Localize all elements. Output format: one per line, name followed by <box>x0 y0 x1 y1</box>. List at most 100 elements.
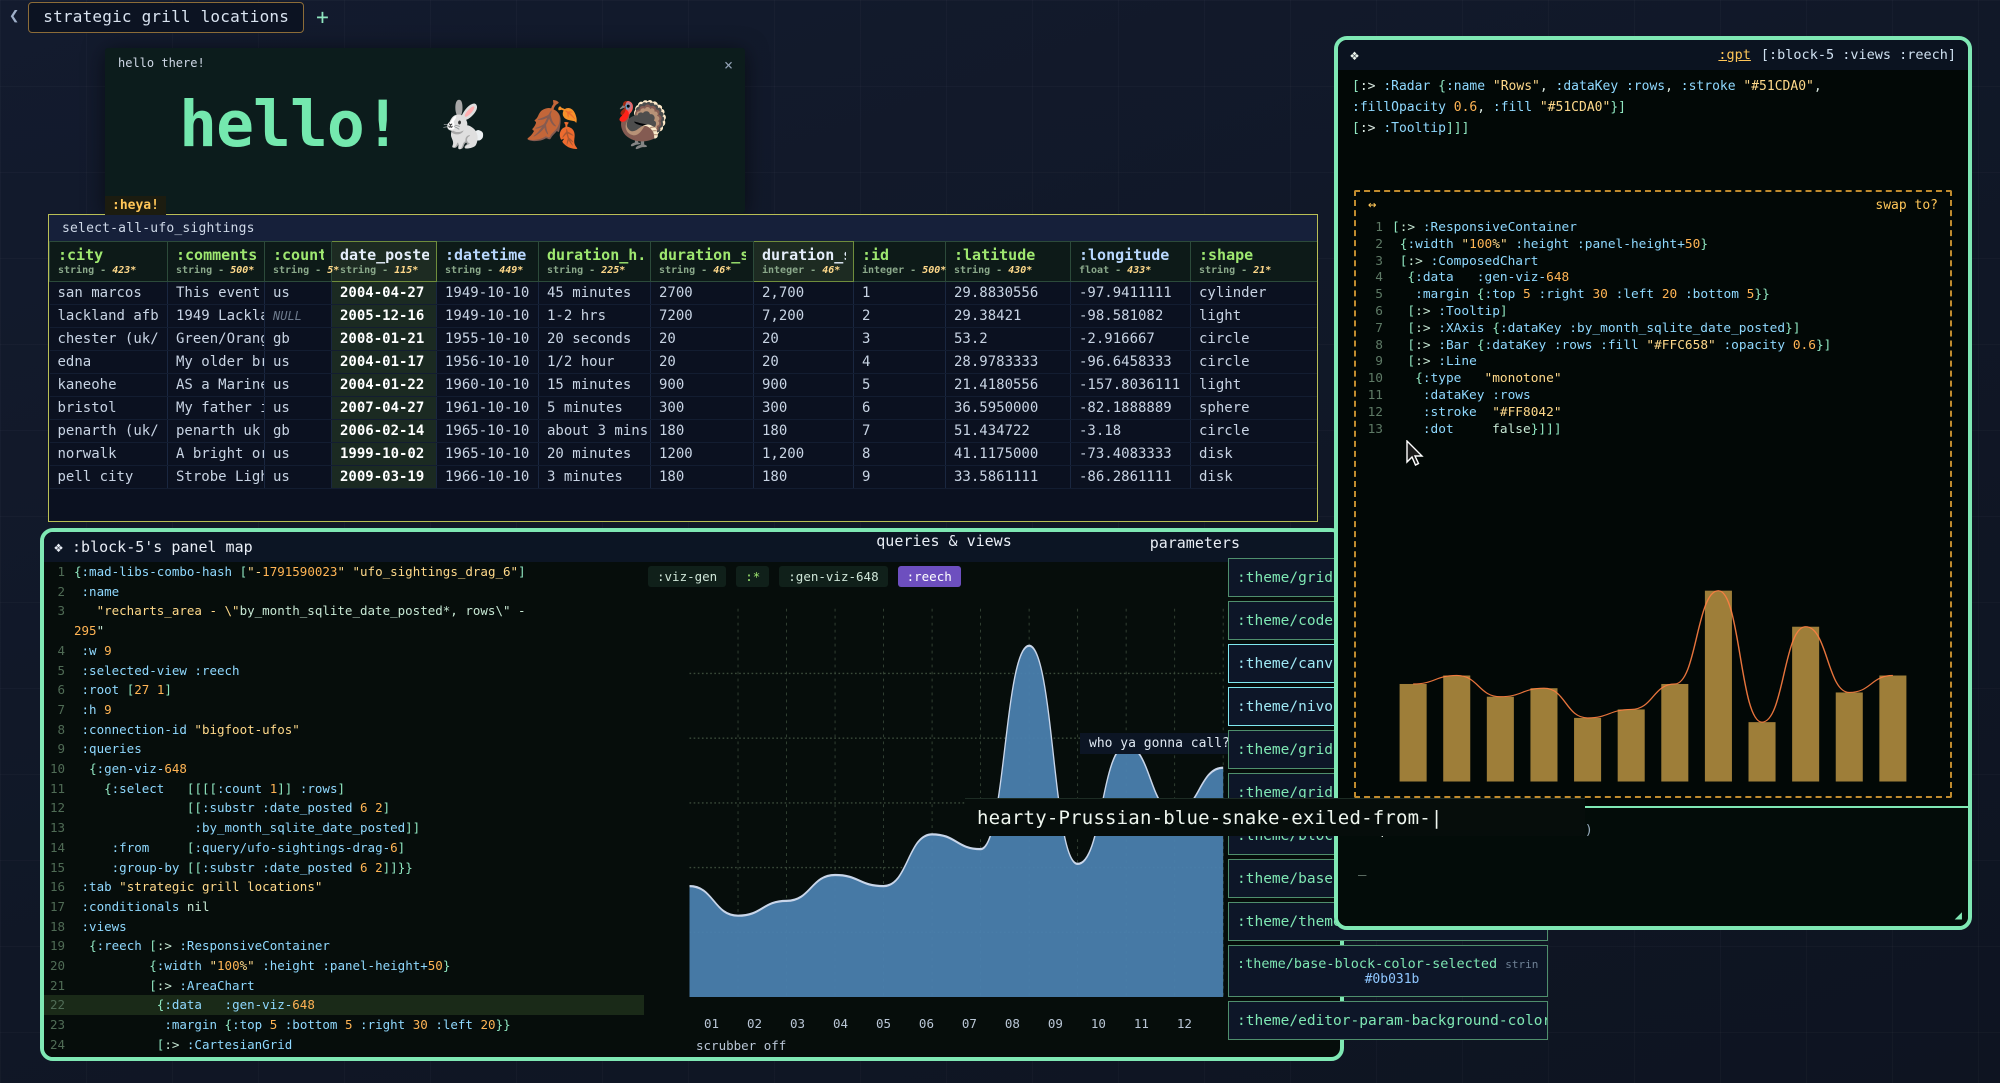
swap-arrows-icon[interactable]: ↔ <box>1368 197 1376 213</box>
table-row[interactable]: bristolMy father isus2007-04-271961-10-1… <box>50 397 1318 420</box>
gpt-code-line[interactable]: 8 [:> :Bar {:dataKey :rows :fill "#FFC65… <box>1366 338 1950 355</box>
gpt-code-line[interactable]: 4 {:data :gen-viz-648 <box>1366 270 1950 287</box>
code-line[interactable]: 6 :root [27 1] <box>44 680 644 700</box>
table-cell: 1960-10-10 2 <box>437 374 539 397</box>
parameter-row[interactable]: :theme/editor-param-background-color <box>1228 1001 1548 1040</box>
hello-card: hello there! × hello! 🐇 🍂 🦃 <box>105 48 745 213</box>
code-text: :from [:query/ufo-sightings-drag-6] <box>74 838 405 858</box>
code-line[interactable]: 10 {:gen-viz-648 <box>44 759 644 779</box>
gpt-code-line[interactable]: 13 :dot false}]]] <box>1366 422 1950 439</box>
gpt-code-line[interactable]: 1[:> :ResponsiveContainer <box>1366 220 1950 237</box>
table-column-header[interactable]: :datetimestring - 449* <box>437 242 539 282</box>
table-cell: penarth uk c <box>168 420 265 443</box>
table-column-header[interactable]: duration_s..string - 46* <box>651 242 754 282</box>
resize-handle-icon[interactable]: ◢ <box>1955 908 1962 922</box>
table-row[interactable]: ednaMy older brous2004-01-171956-10-10 2… <box>50 351 1318 374</box>
code-line[interactable]: 18 :views <box>44 917 644 937</box>
code-line[interactable]: 5 :selected-view :reech <box>44 661 644 681</box>
code-line[interactable]: 16 :tab "strategic grill locations" <box>44 877 644 897</box>
code-line[interactable]: 19 {:reech [:> :ResponsiveContainer <box>44 936 644 956</box>
swap-to-button[interactable]: swap to? <box>1875 198 1938 213</box>
code-line[interactable]: 23 :margin {:top 5 :bottom 5 :right 30 :… <box>44 1015 644 1035</box>
table-cell: My older bro <box>168 351 265 374</box>
scrubber-toggle[interactable]: scrubber off <box>696 1038 786 1053</box>
code-line[interactable]: 1{:mad-libs-combo-hash ["-1791590023" "u… <box>44 562 644 582</box>
code-line[interactable]: 3 "recharts_area - \"by_month_sqlite_dat… <box>44 601 644 621</box>
table-row[interactable]: kaneoheAS a Marineus2004-01-221960-10-10… <box>50 374 1318 397</box>
code-line[interactable]: 9 :queries <box>44 739 644 759</box>
code-line[interactable]: 11 {:select [[[[:count 1]] :rows] <box>44 779 644 799</box>
close-icon[interactable]: × <box>724 56 733 74</box>
table-column-header[interactable]: :citystring - 423* <box>50 242 168 282</box>
code-line[interactable]: 2 :name <box>44 582 644 602</box>
table-column-header[interactable]: duration_s..integer - 46* <box>754 242 854 282</box>
table-cell: pell city <box>50 466 168 489</box>
table-column-header[interactable]: date_poste..string - 115* <box>332 242 437 282</box>
query-chip[interactable]: :reech <box>898 566 961 587</box>
line-number: 15 <box>44 858 74 878</box>
table-cell: 28.9783333 <box>946 351 1071 374</box>
table-column-header[interactable]: duration_h..string - 225* <box>539 242 651 282</box>
table-column-header[interactable]: :longitudefloat - 433* <box>1071 242 1191 282</box>
table-row[interactable]: norwalkA bright oraus1999-10-021965-10-1… <box>50 443 1318 466</box>
line-number: 20 <box>44 956 74 976</box>
code-line[interactable]: 12 [[:substr :date_posted 6 2] <box>44 798 644 818</box>
table-row[interactable]: chester (uk/Green/Orangegb2008-01-211955… <box>50 328 1318 351</box>
gpt-code-line[interactable]: 5 :margin {:top 5 :right 30 :left 20 :bo… <box>1366 287 1950 304</box>
x-tick-label: 09 <box>1048 1016 1063 1031</box>
code-line[interactable]: 7 :h 9 <box>44 700 644 720</box>
gpt-code-editor[interactable]: 1[:> :ResponsiveContainer2 {:width "100%… <box>1356 218 1950 438</box>
code-line[interactable]: 14 :from [:query/ufo-sightings-drag-6] <box>44 838 644 858</box>
code-line[interactable]: 13 :by_month_sqlite_date_posted]] <box>44 818 644 838</box>
code-line[interactable]: 20 {:width "100%" :height :panel-height+… <box>44 956 644 976</box>
line-number: 24 <box>44 1035 74 1055</box>
drag-handle-icon[interactable]: ❖ <box>54 538 63 556</box>
table-column-header[interactable]: :commentsstring - 500* <box>168 242 265 282</box>
code-editor[interactable]: 1{:mad-libs-combo-hash ["-1791590023" "u… <box>44 562 644 1057</box>
code-line[interactable]: 17 :conditionals nil <box>44 897 644 917</box>
gpt-prompt-input[interactable]: _ <box>1358 860 1366 876</box>
line-number: 2 <box>1366 237 1392 254</box>
code-line[interactable]: 15 :group-by [[:substr :date_posted 6 2]… <box>44 858 644 878</box>
table-cell: 29.38421 <box>946 305 1071 328</box>
gpt-code-line[interactable]: 9 [:> :Line <box>1366 354 1950 371</box>
table-cell: light <box>1191 305 1318 328</box>
block-5-panel: ❖ :block-5's panel map 1{:mad-libs-combo… <box>40 528 1344 1061</box>
drag-handle-icon[interactable]: ❖ <box>1350 46 1359 64</box>
code-line[interactable]: 24 [:> :CartesianGrid <box>44 1035 644 1055</box>
x-tick-label: 12 <box>1177 1016 1192 1031</box>
gpt-panel-header[interactable]: ❖ :gpt [:block-5 :views :reech] <box>1338 40 1968 70</box>
table-column-header[interactable]: :shapestring - 21* <box>1191 242 1318 282</box>
gpt-code-line[interactable]: 2 {:width "100%" :height :panel-height+5… <box>1366 237 1950 254</box>
table-row[interactable]: san marcosThis event tus2004-04-271949-1… <box>50 282 1318 305</box>
tab-strategic-grill-locations[interactable]: strategic grill locations <box>28 2 304 33</box>
code-line[interactable]: 295" <box>44 621 644 641</box>
table-row[interactable]: penarth (uk/penarth uk cgb2006-02-141965… <box>50 420 1318 443</box>
gpt-code-line[interactable]: 11 :dataKey :rows <box>1366 388 1950 405</box>
table-column-header[interactable]: :latitudestring - 430* <box>946 242 1071 282</box>
gpt-code-line[interactable]: 12 :stroke "#FF8042" <box>1366 405 1950 422</box>
line-number: 5 <box>1366 287 1392 304</box>
gpt-code-line[interactable]: 6 [:> :Tooltip] <box>1366 304 1950 321</box>
table-cell: 2005-12-16 <box>332 305 437 328</box>
parameter-row[interactable]: :theme/base-block-color-selected strin#0… <box>1228 945 1548 997</box>
code-line[interactable]: 8 :connection-id "bigfoot-ufos" <box>44 720 644 740</box>
gpt-variation-header: ↔ swap to? <box>1356 192 1950 218</box>
table-row[interactable]: lackland afb1949 LacklanNULL2005-12-1619… <box>50 305 1318 328</box>
code-line[interactable]: 21 [:> :AreaChart <box>44 976 644 996</box>
add-tab-button[interactable]: + <box>304 7 341 28</box>
table-cell: us <box>265 397 332 420</box>
code-line[interactable]: 22 {:data :gen-viz-648 <box>44 995 644 1015</box>
chevron-left-icon[interactable]: ❮ <box>0 6 28 28</box>
hello-headline: hello! <box>179 88 401 161</box>
gpt-code-line[interactable]: 10 {:type "monotone" <box>1366 371 1950 388</box>
query-chip[interactable]: :gen-viz-648 <box>779 566 887 587</box>
table-column-header[interactable]: :idinteger - 500* <box>854 242 946 282</box>
gpt-code-line[interactable]: 7 [:> :XAxis {:dataKey :by_month_sqlite_… <box>1366 321 1950 338</box>
query-chip[interactable]: :* <box>736 566 769 587</box>
table-row[interactable]: pell cityStrobe Lightus2009-03-191966-10… <box>50 466 1318 489</box>
query-chip[interactable]: :viz-gen <box>648 566 726 587</box>
table-column-header[interactable]: :countrystring - 5* <box>265 242 332 282</box>
gpt-code-line[interactable]: 3 [:> :ComposedChart <box>1366 254 1950 271</box>
code-line[interactable]: 4 :w 9 <box>44 641 644 661</box>
